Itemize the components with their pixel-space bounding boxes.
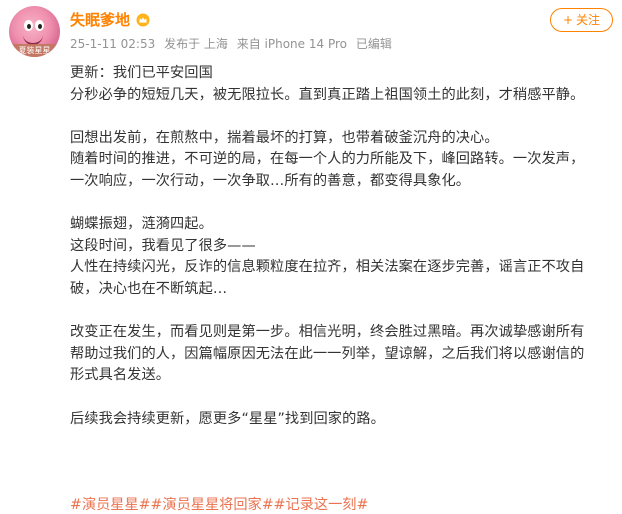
hashtag-link[interactable]: #演员星星#	[70, 497, 151, 513]
crown-icon[interactable]	[136, 13, 150, 27]
plus-icon: +	[562, 13, 574, 27]
post-meta: 25-1-11 02:53 发布于 上海 来自 iPhone 14 Pro 已编…	[70, 36, 397, 52]
username-row: 失眠爹地	[70, 10, 150, 30]
content-line: 改变正在发生，而看见则是第一步。相信光明，终会胜过黑暗。再次诚挚感谢所有	[70, 324, 585, 341]
weibo-post: 夏装星星 失眠爹地 25-1-11 02:53 发布于 上海 来自 iPhone…	[0, 0, 622, 514]
content-line: 随着时间的推进，不可逆的局，在每一个人的力所能及下，峰回路转。一次发声，	[70, 151, 585, 168]
content-gap	[70, 193, 615, 215]
avatar-eye-right	[35, 20, 44, 31]
follow-button[interactable]: + 关注	[550, 8, 613, 32]
content-line: 破，决心也在不断筑起…	[70, 280, 228, 297]
content-line: 人性在持续闪光，反诈的信息颗粒度在拉齐，相关法案在逐步完善，谣言正不攻自	[70, 259, 585, 276]
avatar-eye-left	[24, 20, 33, 31]
content-line: 分秒必争的短短几天，被无限拉长。直到真正踏上祖国领土的此刻，才稍感平静。	[70, 86, 585, 103]
content-line: 一次响应，一次行动，一次争取…所有的善意，都变得具象化。	[70, 172, 471, 189]
follow-label: 关注	[576, 13, 601, 27]
content-gap	[70, 106, 615, 128]
post-edited[interactable]: 已编辑	[356, 37, 392, 51]
content-line: 回想出发前，在煎熬中，揣着最坏的打算，也带着破釜沉舟的决心。	[70, 129, 499, 146]
avatar-badge: 夏装星星	[9, 44, 60, 57]
username[interactable]: 失眠爹地	[70, 10, 130, 30]
hashtag-link[interactable]: #演员星星将回家#	[151, 497, 274, 513]
content-line: 蝴蝶振翅，涟漪四起。	[70, 216, 213, 233]
content-line: 帮助过我们的人，因篇幅原因无法在此一一列举，望谅解，之后我们将以感谢信的	[70, 345, 585, 362]
post-source: 来自 iPhone 14 Pro	[236, 37, 347, 51]
post-content: 更新：我们已平安回国 分秒必争的短短几天，被无限拉长。直到真正踏上祖国领土的此刻…	[70, 63, 615, 430]
content-line: 形式具名发送。	[70, 367, 171, 384]
content-gap	[70, 387, 615, 409]
content-line: 更新：我们已平安回国	[70, 65, 213, 81]
post-time[interactable]: 25-1-11 02:53	[70, 37, 155, 51]
content-line: 后续我会持续更新，愿更多“星星”找到回家的路。	[70, 410, 385, 427]
post-location: 发布于 上海	[164, 37, 228, 51]
hashtags: #演员星星##演员星星将回家##记录这一刻#	[70, 496, 368, 514]
content-line: 这段时间，我看见了很多——	[70, 237, 256, 254]
avatar[interactable]: 夏装星星	[9, 6, 60, 57]
content-gap	[70, 301, 615, 323]
hashtag-link[interactable]: #记录这一刻#	[274, 497, 369, 513]
